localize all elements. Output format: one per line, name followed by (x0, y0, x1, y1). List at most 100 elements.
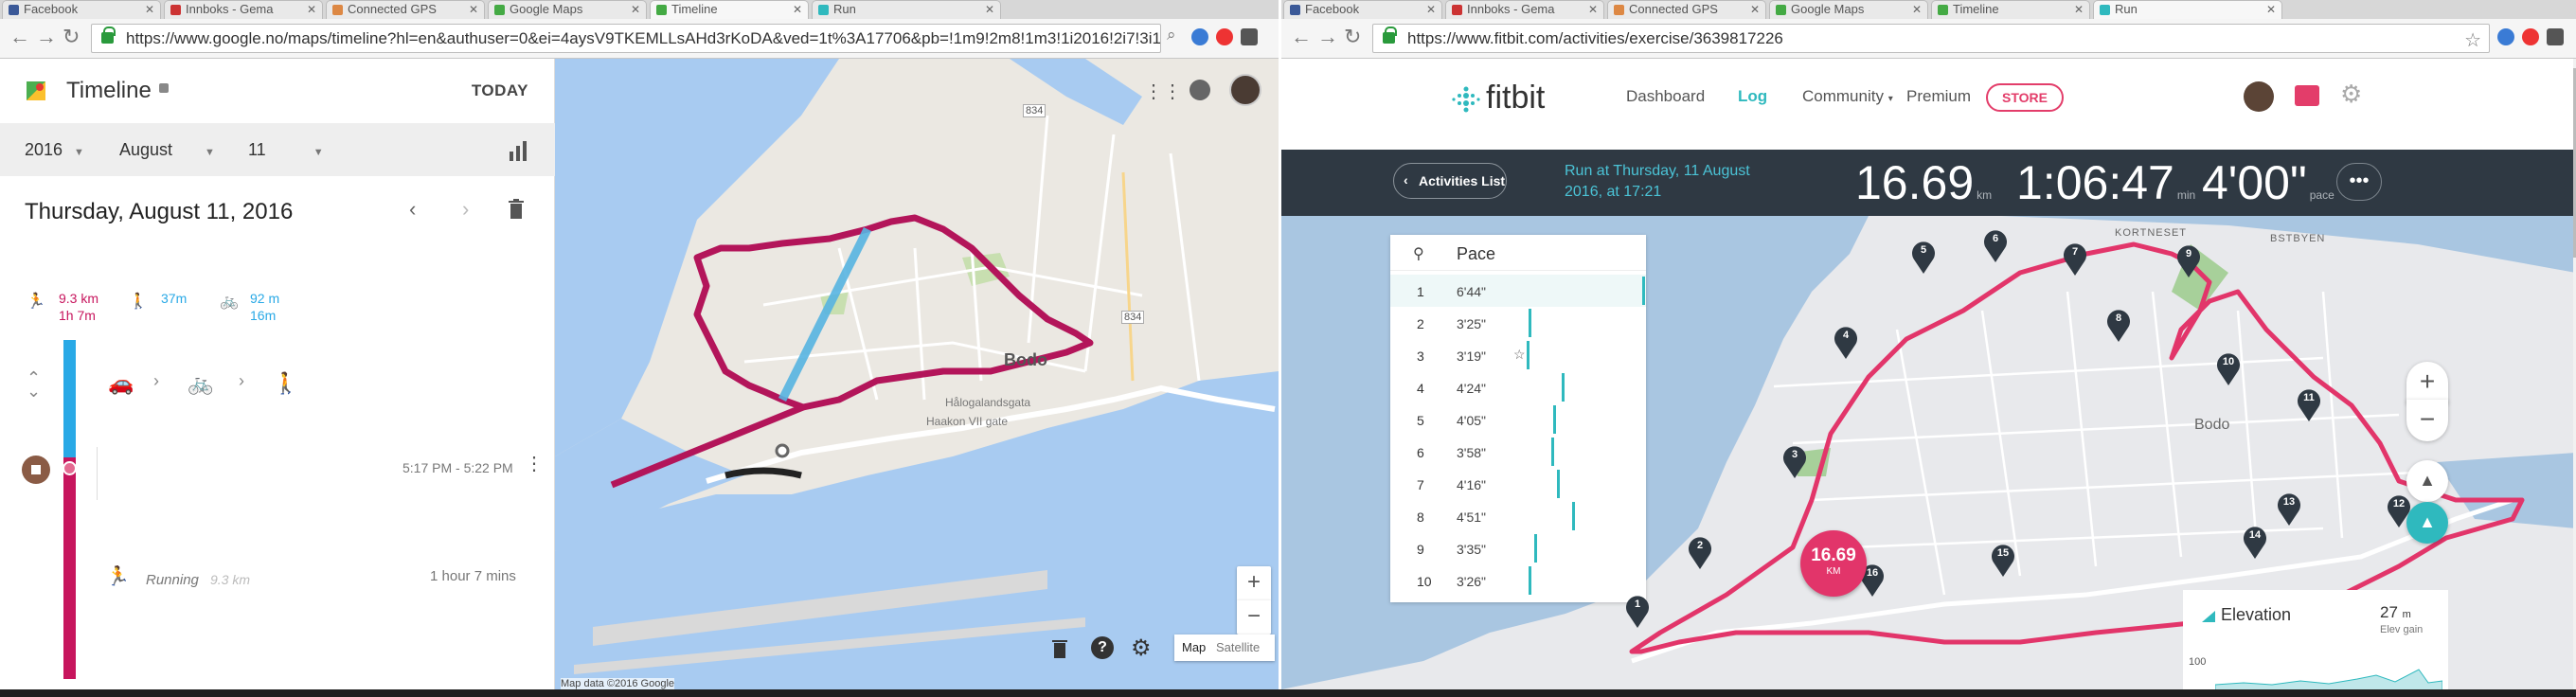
map-type-map[interactable]: Map (1182, 640, 1206, 654)
pace-row[interactable]: 8 4'51" (1390, 500, 1646, 532)
forward-arrow-icon[interactable]: → (36, 27, 57, 47)
zoom-in-button[interactable]: + (1237, 566, 1271, 600)
pace-row[interactable]: 4 4'24" (1390, 371, 1646, 403)
pace-row[interactable]: 7 4'16" (1390, 468, 1646, 500)
browser-tab[interactable]: Run ✕ (812, 0, 1001, 19)
pace-title: Pace (1457, 244, 1496, 263)
store-button[interactable]: STORE (1986, 83, 2064, 112)
zoom-out-button[interactable]: − (2406, 400, 2448, 441)
back-arrow-icon[interactable]: ← (1291, 27, 1312, 47)
pace-row[interactable]: 5 4'05" (1390, 403, 1646, 436)
extension-icon[interactable] (1191, 28, 1208, 45)
pace-row[interactable]: 1 6'44" (1390, 275, 1646, 307)
url-input[interactable]: https://www.fitbit.com/activities/exerci… (1372, 24, 2490, 53)
google-map[interactable]: Bodo Hålogalandsgata Haakon VII gate 834… (555, 59, 1279, 697)
km-marker[interactable]: 10 (2214, 350, 2243, 386)
pace-row[interactable]: 2 3'25" (1390, 307, 1646, 339)
browser-tab[interactable]: Innboks - Gema ✕ (1445, 0, 1604, 19)
km-marker[interactable]: 6 (1981, 227, 2010, 263)
km-marker[interactable]: 11 (2295, 386, 2323, 422)
bar-chart-icon[interactable] (508, 140, 528, 161)
km-marker[interactable]: 3 (1780, 443, 1809, 479)
reload-icon[interactable]: ↻ (1344, 27, 1361, 47)
nav-premium[interactable]: Premium (1906, 87, 1971, 106)
pace-row-value: 4'24" (1457, 381, 1487, 396)
extension-icon[interactable] (2522, 28, 2539, 45)
activity-label[interactable]: Running (146, 572, 199, 588)
reload-icon[interactable]: ↻ (63, 27, 80, 47)
next-day-icon[interactable]: › (462, 197, 469, 222)
zoom-out-button[interactable]: − (1237, 600, 1271, 634)
help-icon[interactable]: ? (1091, 636, 1114, 659)
pace-row[interactable]: 6 3'58" (1390, 436, 1646, 468)
extension-icon[interactable] (2497, 28, 2514, 45)
avatar[interactable] (1229, 74, 1261, 106)
forward-arrow-icon[interactable]: → (1317, 27, 1338, 47)
browser-tab[interactable]: Innboks - Gema ✕ (164, 0, 323, 19)
browser-tab-active[interactable]: Run ✕ (2093, 0, 2282, 19)
extension-icon[interactable] (1216, 28, 1233, 45)
km-marker[interactable]: 4 (1832, 324, 1860, 360)
fitbit-logo[interactable]: fitbit (1486, 80, 1545, 116)
map-type-satellite[interactable]: Satellite (1216, 640, 1260, 654)
nav-community[interactable]: Community ▾ (1802, 87, 1893, 106)
browser-tab[interactable]: Connected GPS ✕ (326, 0, 485, 19)
url-input[interactable]: https://www.google.no/maps/timeline?hl=e… (91, 24, 1161, 53)
tab-strip: Facebook ✕ Innboks - Gema ✕ Connected GPS ✕… (0, 0, 1279, 19)
activities-list-button[interactable]: ‹ Activities List (1393, 163, 1507, 199)
browser-tab[interactable]: Facebook ✕ (1283, 0, 1442, 19)
km-marker[interactable]: 13 (2275, 491, 2303, 527)
today-button[interactable]: TODAY (472, 81, 528, 100)
km-marker[interactable]: 9 (2174, 242, 2203, 278)
km-marker[interactable]: 5 (1909, 239, 1938, 275)
km-marker[interactable]: 15 (1989, 542, 2017, 578)
km-marker[interactable]: 8 (2104, 307, 2133, 343)
area-label: BSTBYEN (2270, 233, 2326, 244)
fitbit-map[interactable]: KORTNESET BSTBYEN Bodo ⚲ Pace 1 6'44" 2 3'2… (1281, 216, 2576, 697)
browser-tab[interactable]: Google Maps ✕ (1769, 0, 1928, 19)
bike-mode-icon[interactable]: 🚲 (188, 371, 213, 396)
messages-icon[interactable] (2295, 85, 2319, 106)
settings-gear-icon[interactable]: ⚙ (2340, 80, 2362, 109)
zoom-in-button[interactable]: + (2406, 362, 2448, 403)
extension-icon[interactable] (2547, 28, 2564, 45)
browser-tab[interactable]: Connected GPS ✕ (1607, 0, 1766, 19)
terrain-icon[interactable]: ▲ (2406, 460, 2448, 502)
km-marker-label: 4 (1842, 330, 1850, 341)
km-marker[interactable]: 1 (1623, 593, 1652, 629)
back-arrow-icon[interactable]: ← (9, 27, 30, 47)
year-select[interactable]: 2016 ▼ (25, 140, 84, 160)
nav-log[interactable]: Log (1738, 87, 1767, 106)
trash-icon[interactable] (508, 199, 525, 220)
day-select[interactable]: 11 ▼ (248, 140, 324, 160)
notifications-icon[interactable] (1190, 80, 1210, 100)
stop-icon[interactable] (22, 456, 50, 484)
browser-tab[interactable]: Timeline ✕ (1931, 0, 2090, 19)
address-bar-row: ← → ↻ https://www.google.no/maps/timelin… (0, 19, 1279, 59)
extension-icon[interactable] (1241, 28, 1258, 45)
apps-grid-icon[interactable]: ⋮⋮ (1144, 80, 1182, 103)
more-options-button[interactable]: ••• (2336, 163, 2382, 201)
pace-row[interactable]: 9 3'35" (1390, 532, 1646, 564)
more-vert-icon[interactable]: ⋮ (525, 455, 544, 474)
browser-tab[interactable]: Google Maps ✕ (488, 0, 647, 19)
gear-icon[interactable]: ⚙ (1131, 634, 1152, 662)
walk-mode-icon[interactable]: 🚶 (273, 371, 298, 396)
expand-icon[interactable]: ⌃ ⌄ (27, 369, 41, 400)
car-icon[interactable]: 🚗 (108, 371, 134, 396)
km-marker[interactable]: 2 (1686, 534, 1714, 570)
zoom-icon[interactable]: ⌕ (1167, 26, 1176, 45)
month-select[interactable]: August ▼ (119, 140, 215, 160)
pace-row[interactable]: 3 3'19" ☆ (1390, 339, 1646, 371)
pace-row[interactable]: 10 3'26" (1390, 564, 1646, 597)
km-marker[interactable]: 7 (2061, 241, 2089, 277)
prev-day-icon[interactable]: ‹ (409, 197, 416, 222)
browser-tab-active[interactable]: Timeline ✕ (650, 0, 809, 19)
bookmark-star-icon[interactable]: ☆ (2464, 28, 2481, 52)
km-marker[interactable]: 14 (2241, 524, 2269, 560)
browser-tab[interactable]: Facebook ✕ (2, 0, 161, 19)
nav-dashboard[interactable]: Dashboard (1626, 87, 1705, 106)
avatar[interactable] (2244, 81, 2274, 112)
trash-icon[interactable] (1051, 638, 1068, 659)
locate-icon[interactable]: ▲ (2406, 502, 2448, 544)
